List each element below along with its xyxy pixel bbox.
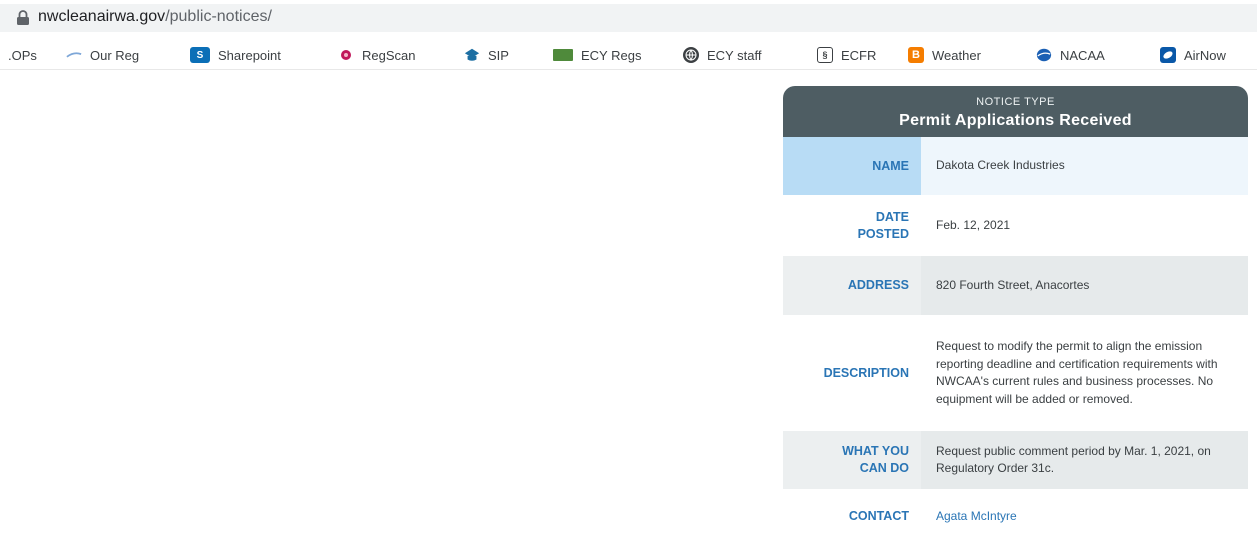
row-label: NAME (783, 137, 921, 195)
row-description: DESCRIPTION Request to modify the permit… (783, 315, 1248, 431)
bookmarks-bar: .OPs Our Reg S Sharepoint RegScan SIP EC… (0, 38, 1257, 70)
bookmark-label: Weather (932, 47, 981, 63)
bookmark-airnow[interactable]: AirNow (1160, 45, 1226, 65)
address-bar[interactable]: nwcleanairwa.gov/public-notices/ (0, 0, 1257, 36)
nacaa-icon (1036, 47, 1052, 63)
lock-icon[interactable] (16, 10, 30, 26)
notice-type-title: Permit Applications Received (899, 112, 1132, 129)
row-address: ADDRESS 820 Fourth Street, Anacortes (783, 256, 1248, 315)
bookmark-label: SIP (488, 47, 509, 63)
bookmark-label: Our Reg (90, 47, 140, 63)
bookmark-label: AirNow (1184, 47, 1226, 63)
bookmark-ecy-staff[interactable]: ECY staff (683, 45, 761, 65)
contact-link[interactable]: Agata McIntyre (921, 489, 1248, 544)
bookmark-ecy-regs[interactable]: ECY Regs (553, 45, 641, 65)
bookmark-regscan[interactable]: RegScan (338, 45, 415, 65)
row-value: 820 Fourth Street, Anacortes (921, 256, 1248, 315)
notice-table: NOTICE TYPE Permit Applications Received… (783, 86, 1248, 544)
row-label-text: WHAT YOU CAN DO (842, 444, 909, 475)
row-value: Feb. 12, 2021 (936, 217, 1011, 232)
row-value: Request to modify the permit to align th… (936, 339, 1218, 406)
bookmark-ecfr[interactable]: § ECFR (817, 45, 876, 65)
bookmark-label: ECY Regs (581, 47, 642, 63)
row-label: WHAT YOU CAN DO (783, 431, 921, 489)
row-label: CONTACT (848, 509, 909, 523)
bookmark-sip[interactable]: SIP (464, 45, 509, 65)
globe-icon (683, 47, 699, 63)
notice-header: NOTICE TYPE Permit Applications Received (783, 86, 1248, 137)
swoosh-icon (66, 47, 82, 63)
row-value: Dakota Creek Industries (921, 137, 1248, 195)
bookmark-nacaa[interactable]: NACAA (1036, 45, 1105, 65)
blogger-icon: B (908, 47, 924, 63)
sharepoint-icon: S (190, 47, 210, 63)
notice-type-kicker: NOTICE TYPE (976, 96, 1055, 108)
row-label-text: DATE POSTED (857, 209, 909, 241)
bookmark-label: Sharepoint (218, 47, 281, 63)
url-text[interactable]: nwcleanairwa.gov/public-notices/ (38, 8, 272, 26)
url-host: nwcleanairwa.gov (38, 8, 166, 25)
sip-icon (464, 47, 480, 63)
bookmark-label: RegScan (362, 47, 416, 63)
ecfr-icon: § (817, 47, 833, 63)
row-contact: CONTACT Agata McIntyre (783, 489, 1248, 544)
airnow-icon (1160, 47, 1176, 63)
bookmark-label: ECY staff (707, 47, 762, 63)
row-value: Request public comment period by Mar. 1,… (921, 431, 1248, 489)
bookmark-label: ECFR (841, 47, 877, 63)
bookmark-label: .OPs (8, 47, 37, 63)
bookmark-sharepoint[interactable]: S Sharepoint (190, 45, 281, 65)
bookmark-ops[interactable]: .OPs (8, 45, 37, 65)
regscan-icon (338, 47, 354, 63)
bookmark-label: NACAA (1060, 47, 1105, 63)
row-label: ADDRESS (783, 256, 921, 315)
row-label: DESCRIPTION (823, 365, 909, 380)
row-label: DATE POSTED (783, 195, 921, 256)
row-what-you-can-do: WHAT YOU CAN DO Request public comment p… (783, 431, 1248, 489)
bookmark-weather[interactable]: B Weather (908, 45, 981, 65)
url-path: /public-notices/ (165, 8, 272, 25)
bookmark-our-reg[interactable]: Our Reg (66, 45, 139, 65)
ecy-icon (553, 49, 573, 61)
row-date-posted: DATE POSTED Feb. 12, 2021 (783, 195, 1248, 256)
row-name: NAME Dakota Creek Industries (783, 137, 1248, 195)
